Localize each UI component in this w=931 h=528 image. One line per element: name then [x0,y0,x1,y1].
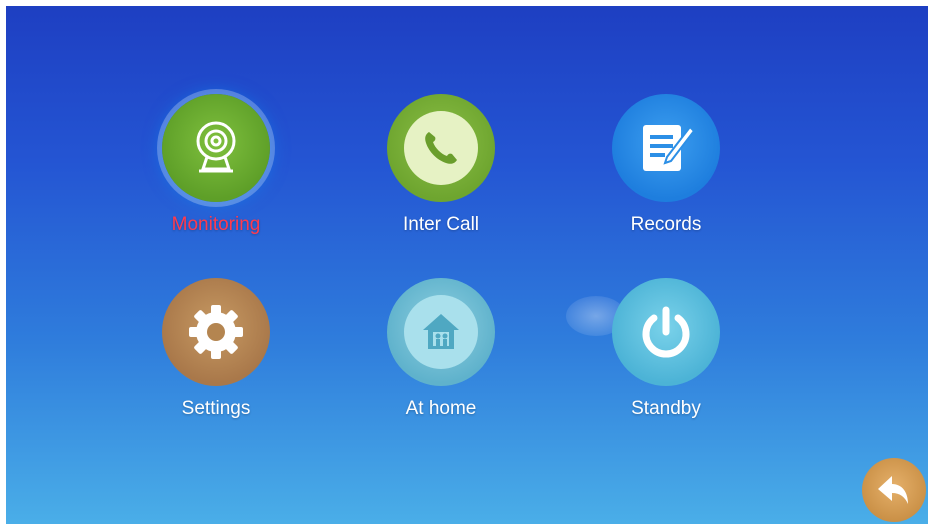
back-button[interactable] [862,458,926,522]
standby-button[interactable]: Standby [581,278,751,438]
standby-label: Standby [631,398,701,419]
at-home-button[interactable]: At home [356,278,526,438]
records-button[interactable]: Records [581,94,751,254]
back-arrow-icon [878,476,908,504]
records-label: Records [630,214,702,235]
monitoring-button[interactable]: Monitoring [131,94,301,254]
webcam-icon [162,94,270,202]
power-icon [612,278,720,386]
inter-call-button[interactable]: Inter Call [356,94,526,254]
settings-label: Settings [181,398,251,419]
gear-icon [162,278,270,386]
records-icon [612,94,720,202]
home-icon [387,278,495,386]
at-home-label: At home [405,398,477,419]
phone-icon [387,94,495,202]
intercom-home-screen: Monitoring Inter Call Records Settings A… [6,6,928,524]
settings-button[interactable]: Settings [131,278,301,438]
monitoring-label: Monitoring [171,214,261,235]
inter-call-label: Inter Call [402,214,480,235]
